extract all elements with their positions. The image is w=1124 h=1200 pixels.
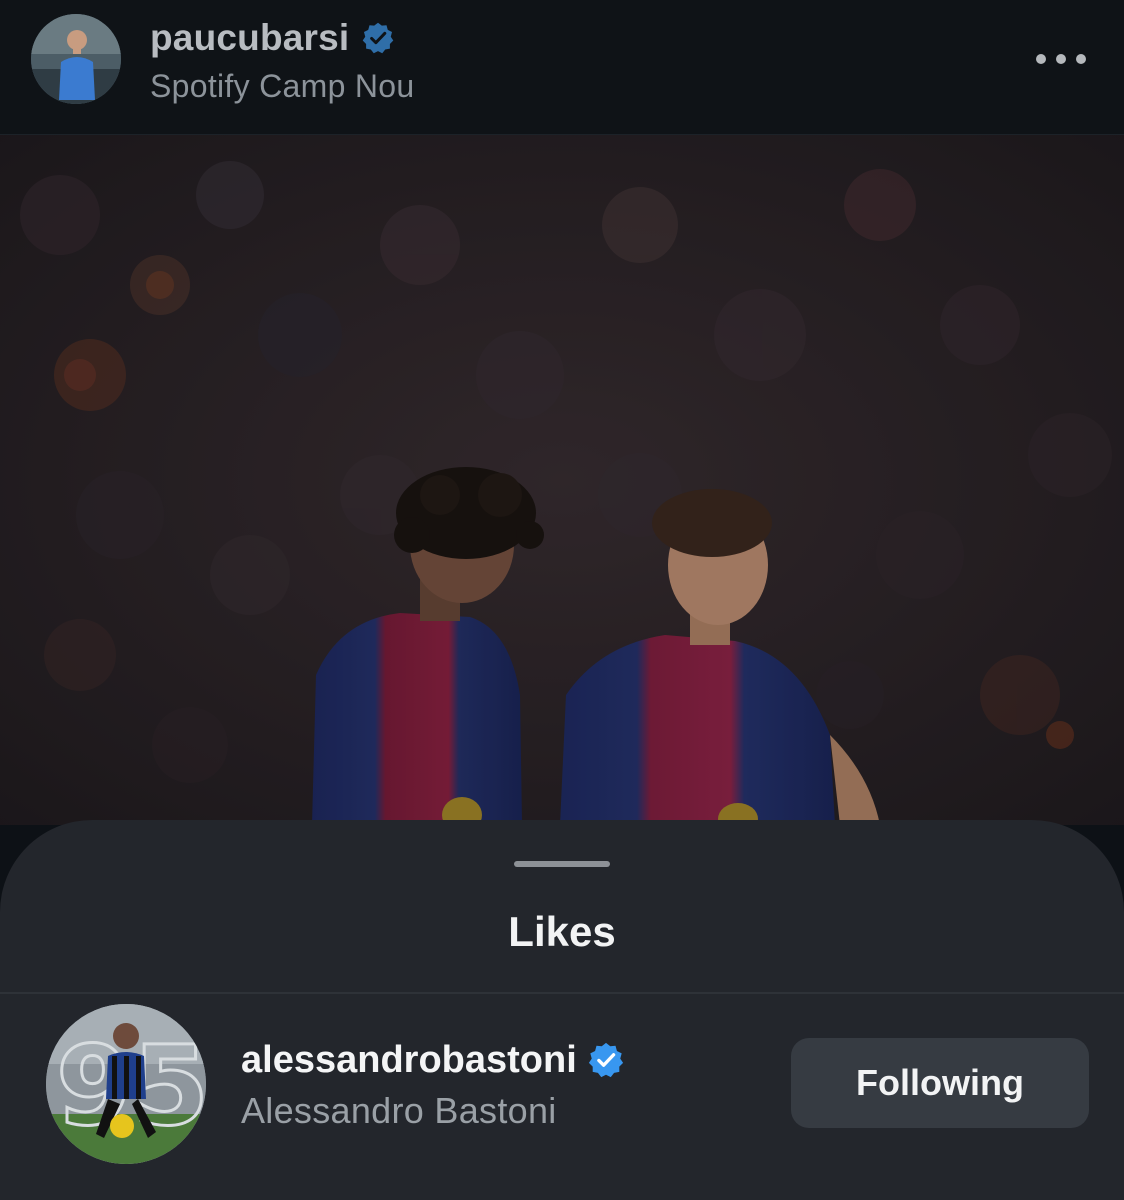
likes-sheet-title: Likes [508,908,616,955]
liker-username[interactable]: alessandrobastoni [241,1039,577,1082]
liker-avatar-image: 95 [46,1004,206,1164]
author-avatar-image [31,14,121,104]
post-header: paucubarsi Spotify Camp Nou [0,0,1124,135]
stadium-photo [0,135,1124,825]
likes-sheet: Likes 95 al [0,820,1124,1200]
post-location[interactable]: Spotify Camp Nou [150,68,414,105]
author-username[interactable]: paucubarsi [150,17,349,59]
instagram-post-screen: paucubarsi Spotify Camp Nou Likes alessa… [0,0,1124,1200]
post-photo[interactable] [0,135,1124,825]
verified-badge-icon [363,22,394,54]
more-horizontal-icon[interactable] [1036,44,1086,74]
list-item[interactable]: 95 alessandrobastoni Alessan [0,994,1124,1200]
following-button[interactable]: Following [791,1038,1089,1128]
avatar[interactable]: 95 [46,1004,206,1164]
liker-full-name: Alessandro Bastoni [241,1090,557,1131]
author-username-row: paucubarsi [150,16,395,60]
author-avatar[interactable] [31,14,121,104]
more-dot [1036,54,1046,64]
sheet-drag-handle[interactable] [514,861,610,867]
more-dot [1056,54,1066,64]
verified-badge-icon [588,1042,623,1078]
liker-name-row: alessandrobastoni [241,1036,625,1084]
more-dot [1076,54,1086,64]
